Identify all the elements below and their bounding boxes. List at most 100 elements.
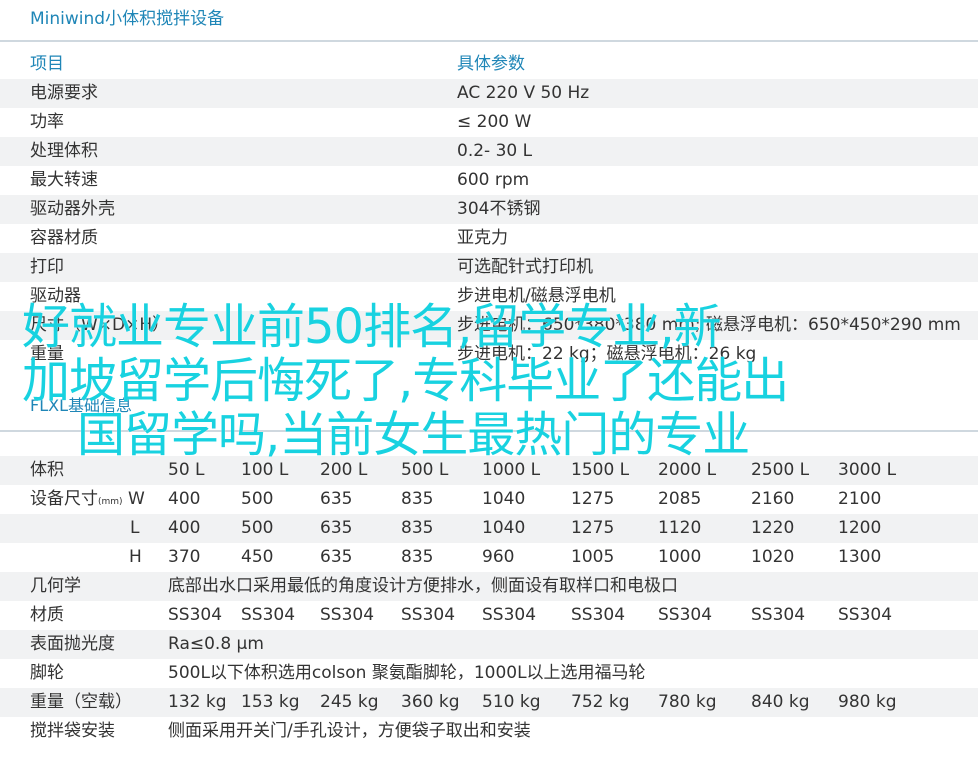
row-item: 最大转速 xyxy=(30,170,98,190)
table-cell: 835 xyxy=(401,518,434,538)
overlay-line: 好就业专业前50排名,留学专业,新 xyxy=(22,299,722,355)
table-cell: 635 xyxy=(320,489,353,509)
table-cell: 1040 xyxy=(482,489,526,509)
weight-row: 重量（空载） 132 kg 153 kg 245 kg 360 kg 510 kg 752… xyxy=(0,688,978,717)
table-cell: 400 xyxy=(168,518,201,538)
table-cell: 245 kg xyxy=(320,692,379,712)
table-cell: 1220 xyxy=(751,518,795,538)
row-item: 处理体积 xyxy=(30,141,98,161)
table-cell: 1200 xyxy=(838,518,882,538)
table-cell: SS304 xyxy=(241,605,296,625)
table-cell: SS304 xyxy=(168,605,223,625)
row-label: 脚轮 xyxy=(30,663,64,683)
table-cell: SS304 xyxy=(320,605,375,625)
polish-row: 表面抛光度 Ra≤0.8 μm xyxy=(0,630,978,659)
table-cell: 400 xyxy=(168,489,201,509)
table-cell: 153 kg xyxy=(241,692,300,712)
table-cell: 2160 xyxy=(751,489,795,509)
table-cell: 980 kg xyxy=(838,692,897,712)
table-row: 容器材质 亚克力 xyxy=(0,224,978,253)
table-cell: 835 xyxy=(401,547,434,567)
row-item: 驱动器外壳 xyxy=(30,199,115,219)
table-cell: 835 xyxy=(401,489,434,509)
row-value: 0.2- 30 L xyxy=(457,141,533,161)
overlay-line: 加坡留学后悔死了,专科毕业了还能出 xyxy=(22,353,789,409)
table-cell: 370 xyxy=(168,547,201,567)
table-cell: SS304 xyxy=(571,605,626,625)
table-cell: 1005 xyxy=(571,547,615,567)
table-cell: 132 kg xyxy=(168,692,227,712)
table-cell: 1300 xyxy=(838,547,882,567)
table-cell: 780 kg xyxy=(658,692,717,712)
row-label: 表面抛光度 xyxy=(30,634,115,654)
row-value: AC 220 V 50 Hz xyxy=(457,83,590,103)
table-cell: 510 kg xyxy=(482,692,541,712)
bag-row: 搅拌袋安装 侧面采用开关门/手孔设计，方便袋子取出和安装 xyxy=(0,717,978,746)
table-cell: 1020 xyxy=(751,547,795,567)
row-label: 重量（空载） xyxy=(30,692,132,712)
row-item: 功率 xyxy=(30,112,64,132)
table-cell: 2085 xyxy=(658,489,702,509)
size-label: 设备尺寸 xyxy=(30,489,98,509)
table-row: 最大转速 600 rpm xyxy=(0,166,978,195)
page-title: Miniwind小体积搅拌设备 xyxy=(30,9,225,29)
table-cell: 500 xyxy=(241,489,274,509)
table-cell: SS304 xyxy=(482,605,537,625)
size-row-h: H 370 450 635 835 960 1005 1000 1020 1300 xyxy=(0,543,978,572)
table-cell: 1000 xyxy=(658,547,702,567)
table-row: 驱动器外壳 304不锈钢 xyxy=(0,195,978,224)
table-cell: 1275 xyxy=(571,518,615,538)
header-value: 具体参数 xyxy=(457,54,525,74)
table-cell: 635 xyxy=(320,518,353,538)
table-cell: SS304 xyxy=(658,605,713,625)
dim-label: W xyxy=(128,489,145,509)
table-cell: 1120 xyxy=(658,518,702,538)
title-divider xyxy=(0,40,978,42)
row-value: 侧面采用开关门/手孔设计，方便袋子取出和安装 xyxy=(168,721,531,741)
base-info-table: 体积 50 L 100 L 200 L 500 L 1000 L 1500 L 2000 L… xyxy=(0,456,978,746)
table-cell: 360 kg xyxy=(401,692,460,712)
watermark-overlay-text: 好就业专业前50排名,留学专业,新 加坡留学后悔死了,专科毕业了还能出 国留学吗… xyxy=(0,300,978,462)
row-label: 设备尺寸(mm) xyxy=(30,485,123,517)
row-value: 600 rpm xyxy=(457,170,530,190)
row-label: 搅拌袋安装 xyxy=(30,721,115,741)
casters-row: 脚轮 500L以下体积选用colson 聚氨酯脚轮，1000L以上选用福马轮 xyxy=(0,659,978,688)
row-value: Ra≤0.8 μm xyxy=(168,634,264,654)
table-cell: 635 xyxy=(320,547,353,567)
table-cell: SS304 xyxy=(838,605,893,625)
table-cell: 840 kg xyxy=(751,692,810,712)
table-cell: 1040 xyxy=(482,518,526,538)
table-row: 打印 可选配针式打印机 xyxy=(0,253,978,282)
row-item: 电源要求 xyxy=(30,83,98,103)
spec-table-header: 项目 具体参数 xyxy=(0,50,978,79)
table-row: 功率 ≤ 200 W xyxy=(0,108,978,137)
overlay-line: 国留学吗,当前女生最热门的专业 xyxy=(77,407,750,463)
row-value: 亚克力 xyxy=(457,228,508,248)
table-cell: 752 kg xyxy=(571,692,630,712)
table-cell: 500 xyxy=(241,518,274,538)
table-cell: SS304 xyxy=(401,605,456,625)
table-cell: 1275 xyxy=(571,489,615,509)
size-row-w: 设备尺寸(mm) W 400 500 635 835 1040 1275 2085 2160 2… xyxy=(0,485,978,514)
row-label: 材质 xyxy=(30,605,64,625)
table-cell: 960 xyxy=(482,547,515,567)
table-row: 处理体积 0.2- 30 L xyxy=(0,137,978,166)
row-value: 500L以下体积选用colson 聚氨酯脚轮，1000L以上选用福马轮 xyxy=(168,663,646,683)
size-unit: (mm) xyxy=(98,497,123,507)
row-item: 容器材质 xyxy=(30,228,98,248)
row-label: 几何学 xyxy=(30,576,81,596)
header-item: 项目 xyxy=(30,54,64,74)
row-value: 304不锈钢 xyxy=(457,199,541,219)
row-item: 打印 xyxy=(30,257,64,277)
row-value: ≤ 200 W xyxy=(457,112,532,132)
table-cell: SS304 xyxy=(751,605,806,625)
table-cell: 450 xyxy=(241,547,274,567)
size-row-l: L 400 500 635 835 1040 1275 1120 1220 1200 xyxy=(0,514,978,543)
table-cell: 2100 xyxy=(838,489,882,509)
material-row: 材质 SS304 SS304 SS304 SS304 SS304 SS304 SS304 SS… xyxy=(0,601,978,630)
table-row: 电源要求 AC 220 V 50 Hz xyxy=(0,79,978,108)
row-value: 底部出水口采用最低的角度设计方便排水，侧面设有取样口和电极口 xyxy=(168,576,678,596)
dim-label: H xyxy=(129,547,142,567)
geometry-row: 几何学 底部出水口采用最低的角度设计方便排水，侧面设有取样口和电极口 xyxy=(0,572,978,601)
dim-label: L xyxy=(130,518,140,538)
